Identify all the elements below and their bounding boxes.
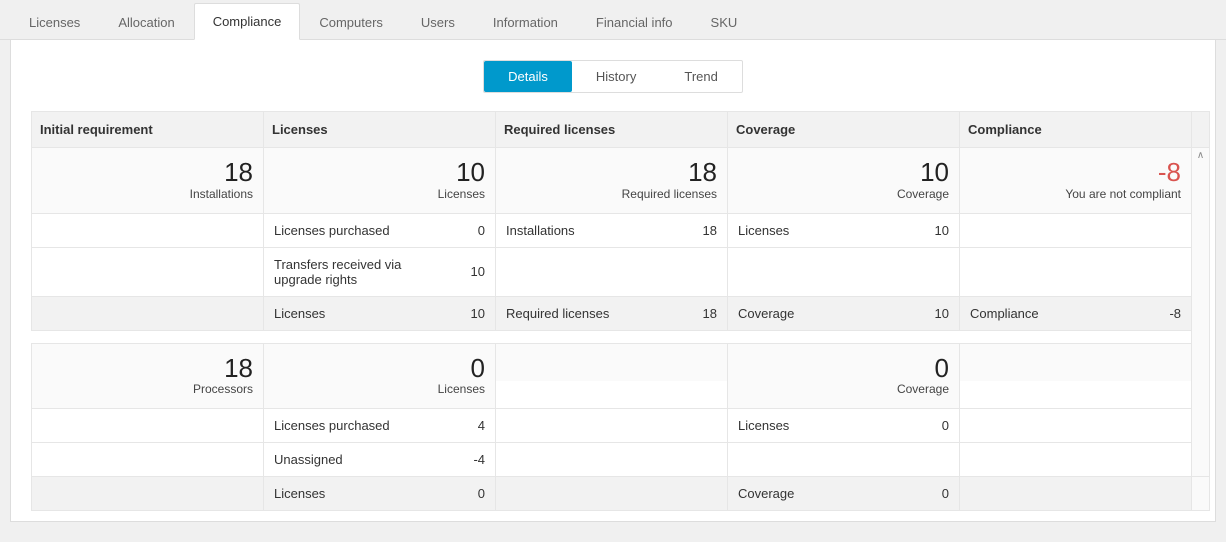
licenses-value: 0 — [274, 354, 485, 383]
main-tabs: Licenses Allocation Compliance Computers… — [0, 0, 1226, 40]
initial-value: 18 — [42, 158, 253, 187]
detail-row: Licenses purchased 0 Installations 18 — [32, 213, 1210, 247]
vertical-scrollbar[interactable] — [1192, 477, 1210, 511]
tab-computers[interactable]: Computers — [300, 4, 402, 40]
detail-label: Transfers received via upgrade rights — [274, 257, 455, 287]
total-row: Licenses 0 Coverage 0 — [32, 477, 1210, 511]
coverage-label: Coverage — [738, 187, 949, 201]
total-label: Compliance — [970, 306, 1151, 321]
compliance-value: -8 — [970, 158, 1181, 187]
content-panel: Details History Trend Initial requiremen… — [10, 40, 1216, 522]
total-label: Licenses — [274, 306, 455, 321]
col-required[interactable]: Required licenses — [496, 112, 728, 148]
total-row: Licenses 10 Required licenses 18 — [32, 296, 1210, 330]
total-value: 0 — [455, 486, 485, 501]
initial-label: Installations — [42, 187, 253, 201]
detail-row: Transfers received via upgrade rights 10 — [32, 247, 1210, 296]
required-value: 18 — [506, 158, 717, 187]
col-compliance[interactable]: Compliance — [960, 112, 1192, 148]
total-value: 10 — [919, 306, 949, 321]
licenses-label: Licenses — [274, 382, 485, 396]
detail-value: 18 — [687, 223, 717, 238]
detail-value: 0 — [455, 223, 485, 238]
col-licenses[interactable]: Licenses — [264, 112, 496, 148]
summary-row-processors: 18 Processors 0 Licenses — [32, 343, 1210, 409]
detail-label: Unassigned — [274, 452, 455, 467]
tab-licenses[interactable]: Licenses — [10, 4, 99, 40]
total-label: Required licenses — [506, 306, 687, 321]
col-initial[interactable]: Initial requirement — [32, 112, 264, 148]
tab-sku[interactable]: SKU — [692, 4, 757, 40]
total-label: Coverage — [738, 486, 919, 501]
detail-value: -4 — [455, 452, 485, 467]
sub-tabs: Details History Trend — [483, 60, 743, 93]
detail-label: Licenses — [738, 223, 919, 238]
total-label: Coverage — [738, 306, 919, 321]
total-label: Licenses — [274, 486, 455, 501]
tab-financial[interactable]: Financial info — [577, 4, 692, 40]
required-label: Required licenses — [506, 187, 717, 201]
coverage-value: 10 — [738, 158, 949, 187]
coverage-label: Coverage — [738, 382, 949, 396]
initial-label: Processors — [42, 382, 253, 396]
initial-value: 18 — [42, 354, 253, 383]
licenses-value: 10 — [274, 158, 485, 187]
vertical-scrollbar[interactable]: ∧ — [1192, 148, 1210, 477]
scroll-up-icon[interactable]: ∧ — [1192, 150, 1209, 161]
licenses-label: Licenses — [274, 187, 485, 201]
detail-value: 4 — [455, 418, 485, 433]
scroll-gutter-header — [1192, 112, 1210, 148]
summary-row-installations: 18 Installations 10 Licenses — [32, 148, 1210, 214]
compliance-label: You are not compliant — [970, 187, 1181, 201]
total-value: -8 — [1151, 306, 1181, 321]
detail-label: Licenses purchased — [274, 418, 455, 433]
total-value: 18 — [687, 306, 717, 321]
subtab-trend[interactable]: Trend — [660, 61, 741, 92]
detail-value: 10 — [455, 264, 485, 279]
tab-users[interactable]: Users — [402, 4, 474, 40]
detail-value: 10 — [919, 223, 949, 238]
compliance-grid: Initial requirement Licenses Required li… — [31, 111, 1210, 511]
total-value: 10 — [455, 306, 485, 321]
detail-label: Licenses — [738, 418, 919, 433]
tab-compliance[interactable]: Compliance — [194, 3, 301, 40]
total-value: 0 — [919, 486, 949, 501]
detail-value: 0 — [919, 418, 949, 433]
detail-row: Licenses purchased 4 Licenses 0 — [32, 409, 1210, 443]
tab-allocation[interactable]: Allocation — [99, 4, 193, 40]
coverage-value: 0 — [738, 354, 949, 383]
detail-label: Installations — [506, 223, 687, 238]
tab-information[interactable]: Information — [474, 4, 577, 40]
subtab-history[interactable]: History — [572, 61, 660, 92]
detail-row: Unassigned -4 — [32, 443, 1210, 477]
subtab-details[interactable]: Details — [484, 61, 572, 92]
col-coverage[interactable]: Coverage — [728, 112, 960, 148]
detail-label: Licenses purchased — [274, 223, 455, 238]
